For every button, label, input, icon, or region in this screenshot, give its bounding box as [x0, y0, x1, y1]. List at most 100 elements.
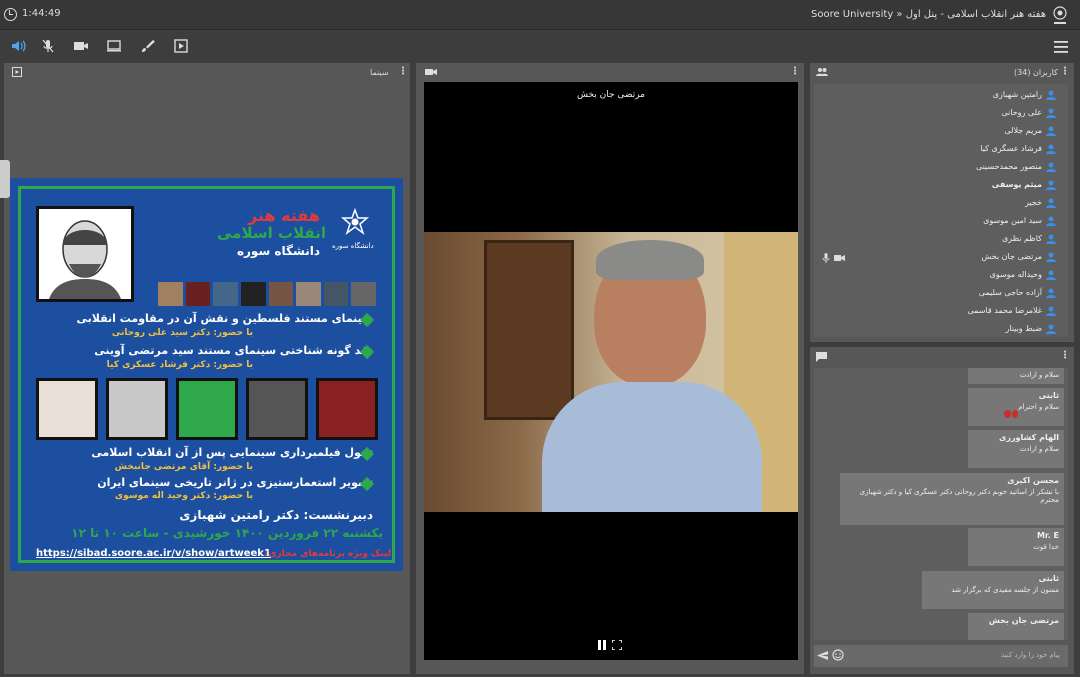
chat-message-text: ممنون از جلسه مفیدی که برگزار شد	[951, 586, 1060, 594]
poster-banner-uni: دانشگاه سوره	[236, 244, 320, 258]
chat-message: ثابتی ممنون از جلسه مفیدی که برگزار شد	[922, 571, 1064, 609]
soore-logo-icon	[340, 208, 370, 236]
portrait-sketch-icon	[49, 220, 121, 299]
user-list: رامتین شهبازی علی روحانی مریم جلالی فرشاد ع…	[814, 84, 1068, 337]
poster-date: یکشنبه ۲۲ فروردین ۱۴۰۰ خورشیدی - ساعت ۱۰…	[71, 526, 383, 540]
chat-message: الهام کشاورزی سلام و ارادت	[968, 430, 1064, 468]
speaker-photo	[246, 378, 308, 440]
user-list-item[interactable]: مرتضی جان بخش	[982, 252, 1042, 261]
chat-message-sender: محسن اکبری	[1007, 476, 1059, 485]
camera-icon[interactable]	[73, 38, 89, 54]
poster-banner-sub: انقلاب اسلامی	[217, 224, 326, 242]
rose-icon	[1004, 410, 1011, 418]
screen-share-icon[interactable]	[106, 38, 122, 54]
poster-thumb	[240, 282, 266, 306]
users-more-icon[interactable]: ⋮	[1060, 66, 1070, 77]
poster-thumb	[323, 282, 349, 306]
speaker-icon[interactable]	[10, 38, 26, 54]
user-list-item[interactable]: غلامرضا محمد قاسمی	[967, 306, 1042, 315]
fullscreen-icon[interactable]	[612, 640, 622, 650]
present-icon[interactable]	[173, 38, 189, 54]
speaker-photos	[36, 378, 378, 440]
speaker-photo	[36, 378, 98, 440]
poster-link-label: لینک ویژه برنامه‌های مجازی:	[264, 549, 391, 559]
user-list-item[interactable]: فرشاد عسگری کیا	[980, 144, 1042, 153]
chat-message: سلام و ارادت	[968, 368, 1064, 384]
agenda-item-1-speaker: با حضور: دکتر سید علی روحانی	[111, 328, 253, 338]
speaker-photo	[316, 378, 378, 440]
panel-more-icon[interactable]: ⋮	[398, 66, 408, 77]
video-more-icon[interactable]: ⋮	[790, 66, 800, 77]
agenda-item-4-speaker: با حضور: دکتر وحید اله موسوی	[114, 491, 253, 501]
chat-message: مرتضی جان بخش	[968, 613, 1064, 640]
user-list-item[interactable]: مریم جلالی	[1004, 126, 1042, 135]
mic-icon	[822, 253, 830, 263]
user-list-item[interactable]: میثم یوسفی	[992, 180, 1042, 189]
poster-banner: هفته هنر انقلاب اسلامی دانشگاه سوره	[160, 206, 330, 264]
chat-input-bar[interactable]: پیام خود را وارد کنید	[814, 645, 1068, 667]
session-timer: 1:44:49	[22, 8, 61, 19]
camera-small-icon	[425, 69, 437, 75]
event-poster: هفته هنر انقلاب اسلامی دانشگاه سوره دانش…	[10, 178, 403, 571]
poster-thumb	[213, 282, 238, 306]
person-hair	[596, 240, 704, 280]
user-list-item[interactable]: علی روحانی	[1001, 108, 1042, 117]
user-avatar-icon	[1046, 90, 1056, 100]
speaker-photo	[106, 378, 168, 440]
user-list-item[interactable]: خجیر	[1025, 198, 1042, 207]
poster-thumb	[268, 282, 294, 306]
users-header: کاربران (34)	[1014, 68, 1058, 77]
user-avatar-icon	[1046, 324, 1056, 334]
present-small-icon	[12, 67, 22, 77]
chat-message-text: خدا قوت	[1033, 543, 1059, 551]
chat-message: ثابتی سلام و احترام	[968, 388, 1064, 426]
user-avatar-icon	[1046, 288, 1056, 298]
chat-message-sender: Mr. E	[1036, 531, 1059, 540]
brush-icon[interactable]	[140, 38, 156, 54]
send-icon[interactable]	[817, 650, 828, 661]
chat-messages: سلام و ارادت ثابتی سلام و احترام الهام کشاو…	[814, 368, 1068, 640]
webcam-icon	[834, 255, 845, 261]
chat-message-sender: الهام کشاورزی	[999, 433, 1059, 442]
video-feed[interactable]: مرتضی جان بخش	[424, 82, 798, 660]
poster-logo-text: دانشگاه سوره	[332, 242, 374, 250]
chat-message-text: سلام و ارادت	[1019, 371, 1059, 379]
user-avatar-icon	[1046, 198, 1056, 208]
user-list-item[interactable]: کاظم نظری	[1002, 234, 1042, 243]
agenda-item-1-title: سینمای مستند فلسطین و نقش آن در مقاومت ا…	[76, 312, 373, 325]
user-avatar-icon	[1046, 108, 1056, 118]
agenda-item-3-speaker: با حضور: آقای مرتضی جانبخش	[114, 462, 253, 472]
pause-icon[interactable]	[598, 640, 606, 650]
presentation-title: سینما	[370, 68, 389, 77]
poster-portrait	[36, 206, 134, 302]
menu-icon[interactable]	[1054, 41, 1068, 53]
user-list-item[interactable]: منصور محمدحسینی	[976, 162, 1042, 171]
cabinet	[484, 240, 574, 420]
chat-message: محسن اکبری با تشکر از اساتید خوبم دکتر رو…	[840, 473, 1064, 525]
user-avatar-icon	[1046, 252, 1056, 262]
mic-off-icon[interactable]	[40, 38, 56, 54]
user-list-item[interactable]: آزاده حاجی سلیمی	[979, 288, 1042, 297]
poster-thumb	[351, 282, 376, 306]
poster-thumb	[296, 282, 321, 306]
user-list-item[interactable]: وحیداله موسوی	[990, 270, 1042, 279]
rose-emoji-icon	[1004, 410, 1018, 418]
side-drawer-handle[interactable]	[0, 160, 10, 198]
user-avatar-icon	[1046, 216, 1056, 226]
user-avatar-icon	[1046, 126, 1056, 136]
user-avatar-icon	[1046, 162, 1056, 172]
agenda-item-4-title: تصویر استعمارستیزی در ژانر تاریخی سینمای…	[97, 476, 373, 489]
poster-thumb	[185, 282, 211, 306]
chat-more-icon[interactable]: ⋮	[1060, 350, 1070, 361]
chat-input-field[interactable]: پیام خود را وارد کنید	[1001, 651, 1060, 659]
toolbar	[0, 31, 1080, 61]
agenda-item-2-speaker: با حضور: دکتر فرشاد عسکری کیا	[106, 360, 253, 370]
user-list-item[interactable]: سید امین موسوی	[983, 216, 1042, 225]
emoji-icon[interactable]	[832, 649, 844, 661]
poster-thumb-strip	[158, 282, 376, 306]
user-list-item[interactable]: رامتین شهبازی	[993, 90, 1042, 99]
agenda-item-3-title: تحول فیلمبرداری سینمایی پس از آن انقلاب …	[91, 446, 373, 459]
chat-icon	[816, 352, 827, 362]
user-list-item[interactable]: ضبط وبینار	[1005, 324, 1042, 333]
chat-message-sender: مرتضی جان بخش	[988, 616, 1059, 625]
